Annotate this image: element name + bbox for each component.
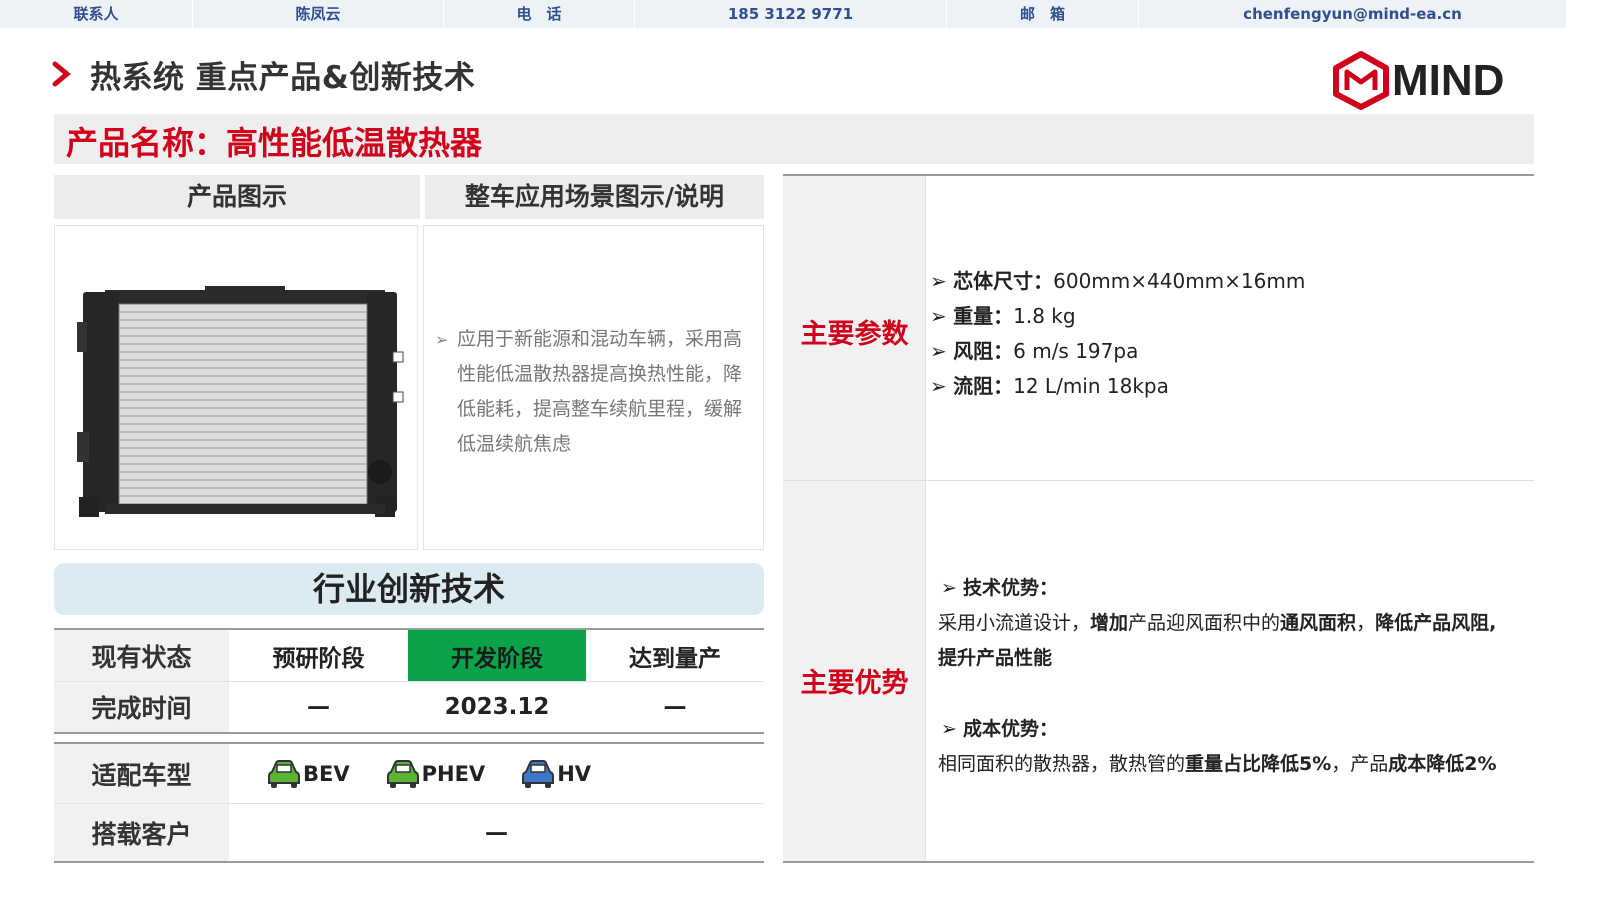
product-name-band: 产品名称：高性能低温散热器 [54, 114, 1534, 164]
stage-research: 预研阶段 [272, 645, 365, 672]
detail-divider [783, 480, 1534, 481]
vehicle-phev-label: PHEV [421, 761, 486, 786]
contact-bar: 联系人 陈凤云 电 话 185 3122 9771 邮 箱 chenfengyu… [0, 0, 1566, 28]
email-label: 邮 箱 [947, 0, 1139, 28]
arrow-bullet-icon: ➢ [930, 304, 954, 328]
contact-label: 联系人 [0, 0, 193, 28]
vehicle-table: 适配车型 BEV PHEV HV 搭载客户 — [54, 742, 764, 863]
customer-value: — [485, 819, 508, 846]
stage-development: 开发阶段 [408, 630, 586, 681]
param-item: ➢ 芯体尺寸：600mm×440mm×16mm [930, 269, 1306, 293]
time-development: 2023.12 [444, 694, 550, 720]
customer-row: 搭载客户 — [54, 804, 764, 861]
phone-label: 电 话 [444, 0, 635, 28]
contact-name: 陈凤云 [193, 0, 444, 28]
main-params-label: 主要参数 [800, 319, 909, 350]
customer-label: 搭载客户 [54, 804, 229, 861]
arrow-bullet-icon: ➢ [930, 269, 954, 293]
arrow-bullet-icon: ➢ [941, 577, 963, 599]
vehicle-list: BEV PHEV HV [229, 744, 764, 803]
car-icon [268, 759, 300, 788]
vehicle-phev: PHEV [386, 759, 486, 789]
email-address[interactable]: chenfengyun@mind-ea.cn [1139, 0, 1566, 28]
mind-logo: MIND [1330, 50, 1520, 110]
cost-advantage-title: ➢ 成本优势： [941, 718, 1058, 740]
tech-advantage-text: 采用小流道设计，增加产品迎风面积中的通风面积，降低产品风阻, 提升产品性能 [938, 612, 1497, 669]
time-research: — [307, 694, 330, 720]
vehicle-bev-label: BEV [303, 761, 350, 786]
product-image-header: 产品图示 [54, 175, 420, 219]
arrow-bullet-icon: ➢ [435, 330, 449, 349]
vehicle-bev: BEV [267, 759, 350, 789]
page-title: 热系统 重点产品&创新技术 [90, 60, 476, 96]
arrow-bullet-icon: ➢ [930, 339, 954, 363]
vehicle-row: 适配车型 BEV PHEV HV [54, 744, 764, 804]
phone-number[interactable]: 185 3122 9771 [635, 0, 947, 28]
car-icon [386, 759, 419, 788]
time-row: 完成时间 — 2023.12 — [54, 682, 764, 732]
status-label: 现有状态 [54, 630, 229, 681]
logo-text: MIND [1392, 56, 1505, 105]
detail-panel: 主要参数 主要优势 ➢ 芯体尺寸：600mm×440mm×16mm ➢ 重量：1… [783, 174, 1534, 863]
main-advantages-label: 主要优势 [800, 668, 909, 699]
vehicle-label: 适配车型 [54, 744, 229, 803]
tech-advantage-title: ➢ 技术优势： [941, 577, 1058, 599]
scenario-description: ➢ 应用于新能源和混动车辆，采用高性能低温散热器提高换热性能，降低能耗，提高整车… [435, 322, 755, 462]
arrow-bullet-icon: ➢ [941, 718, 963, 740]
time-label: 完成时间 [54, 682, 229, 732]
param-item: ➢ 风阻：6 m/s 197pa [930, 339, 1139, 363]
vehicle-hv: HV [521, 759, 591, 789]
stage-mass-production: 达到量产 [629, 645, 721, 672]
arrow-bullet-icon: ➢ [930, 374, 954, 398]
param-item: ➢ 流阻：12 L/min 18kpa [930, 374, 1169, 398]
car-icon [522, 759, 555, 788]
product-name: 产品名称：高性能低温散热器 [66, 124, 483, 162]
product-image-box [54, 225, 418, 550]
scenario-text: 应用于新能源和混动车辆，采用高性能低温散热器提高换热性能，降低能耗，提高整车续航… [457, 328, 743, 455]
mind-logo-icon [1333, 51, 1389, 110]
radiator-image [77, 286, 404, 517]
status-row: 现有状态 预研阶段 开发阶段 达到量产 [54, 630, 764, 682]
cost-advantage-text: 相同面积的散热器，散热管的重量占比降低5%，产品成本降低2% [938, 753, 1497, 775]
detail-label-column [783, 176, 926, 861]
scenario-header: 整车应用场景图示/说明 [425, 175, 764, 219]
chevron-right-icon [52, 61, 71, 87]
status-table: 现有状态 预研阶段 开发阶段 达到量产 完成时间 — 2023.12 — [54, 628, 764, 734]
param-item: ➢ 重量：1.8 kg [930, 304, 1076, 328]
innovation-title: 行业创新技术 [54, 563, 764, 615]
vehicle-hv-label: HV [557, 761, 592, 786]
time-mass-production: — [663, 694, 687, 720]
